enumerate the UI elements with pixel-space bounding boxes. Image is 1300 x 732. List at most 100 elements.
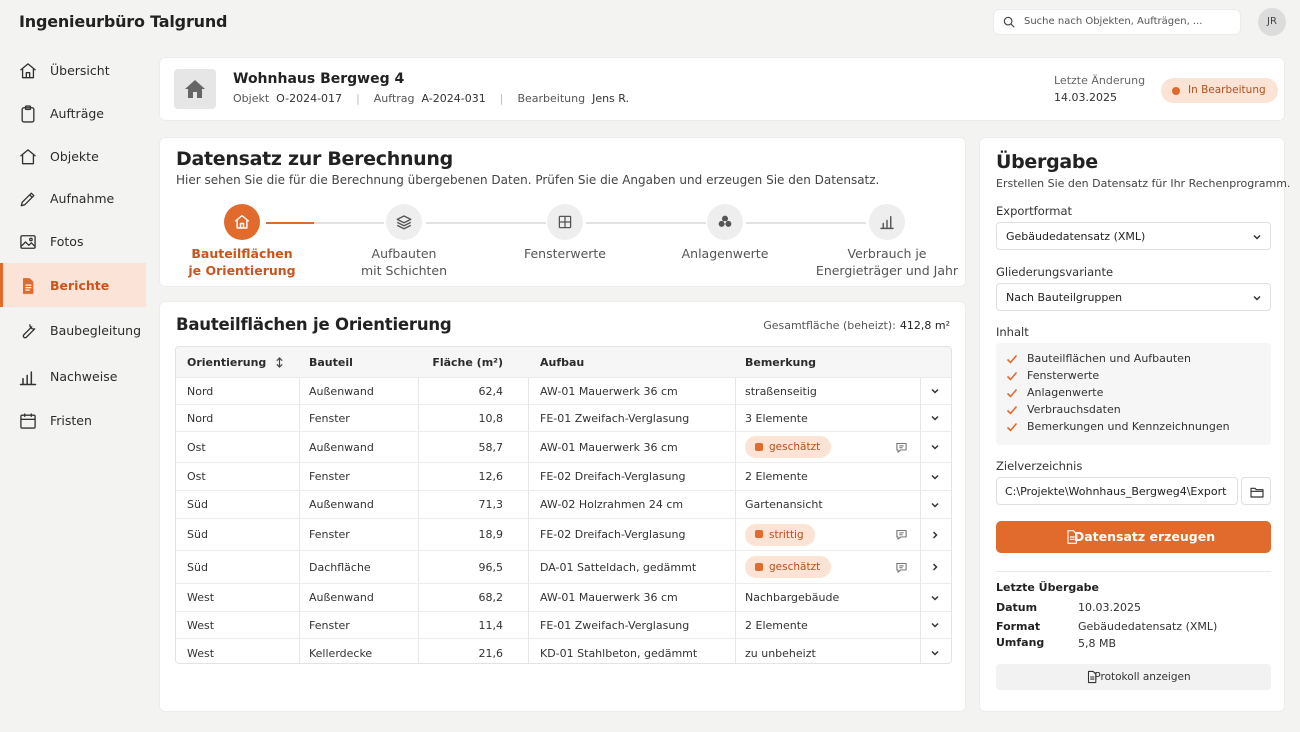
object-thumbnail bbox=[174, 69, 216, 109]
chevron-right-icon[interactable] bbox=[930, 519, 940, 550]
sidebar-item-nachweise[interactable]: Nachweise bbox=[0, 355, 146, 397]
check-icon bbox=[1006, 353, 1018, 365]
dataset-stepper: Datensatz zur Berechnung Hier sehen Sie … bbox=[159, 137, 966, 287]
last-change-label: Letzte Änderung bbox=[1054, 74, 1146, 87]
step-verbrauch[interactable]: Verbrauch je Energieträger und Jahr bbox=[812, 204, 962, 279]
cell-area: 10,8 bbox=[478, 411, 504, 425]
meta-separator: | bbox=[356, 92, 360, 105]
chevron-down-icon[interactable] bbox=[930, 584, 940, 611]
chevron-down-icon[interactable] bbox=[930, 612, 940, 638]
chevron-down-icon[interactable] bbox=[930, 639, 940, 663]
show-protocol-button[interactable]: Protokoll anzeigen bbox=[996, 664, 1271, 690]
object-header: Wohnhaus Bergweg 4 Objekt O-2024-017 | A… bbox=[159, 57, 1285, 121]
cell-component: Außenwand bbox=[309, 591, 374, 604]
cell-construction: AW-01 Mauerwerk 36 cm bbox=[540, 440, 678, 454]
status-badge: In Bearbeitung bbox=[1161, 78, 1278, 103]
comment-icon[interactable] bbox=[895, 432, 908, 462]
comment-icon[interactable] bbox=[895, 519, 908, 550]
status-text: In Bearbeitung bbox=[1188, 84, 1266, 96]
table-row[interactable]: Ost Außenwand 58,7 AW-01 Mauerwerk 36 cm ges… bbox=[176, 432, 951, 463]
table-row[interactable]: Süd Außenwand 71,3 AW-02 Holzrahmen 24 cm Ga… bbox=[176, 491, 951, 519]
table-title: Bauteilflächen je Orientierung bbox=[176, 315, 452, 334]
content-item: Verbrauchsdaten bbox=[1006, 403, 1121, 416]
sidebar-item-label: Übersicht bbox=[50, 63, 110, 78]
column-header-orientation[interactable]: Orientierung bbox=[187, 347, 284, 377]
cell-orientation: Süd bbox=[187, 560, 208, 574]
bar-chart-icon bbox=[18, 367, 38, 387]
object-label: Objekt bbox=[233, 92, 270, 105]
cell-component: Fenster bbox=[309, 528, 350, 541]
search-input[interactable]: Suche nach Objekten, Aufträgen, ... bbox=[993, 9, 1241, 35]
table-row[interactable]: West Fenster 11,4 FE-01 Zweifach-Verglasung… bbox=[176, 612, 951, 639]
export-format-value: Gebäudedatensatz (XML) bbox=[1006, 230, 1146, 243]
chevron-down-icon[interactable] bbox=[930, 463, 940, 490]
sort-icon[interactable] bbox=[275, 356, 284, 368]
last-format-label: Format bbox=[996, 620, 1041, 633]
chevron-down-icon bbox=[1252, 293, 1262, 303]
remark-badge: strittig bbox=[745, 523, 815, 546]
browse-folder-button[interactable] bbox=[1241, 477, 1271, 505]
table-row[interactable]: Nord Außenwand 62,4 AW-01 Mauerwerk 36 cm st… bbox=[176, 378, 951, 405]
sidebar-item-label: Fristen bbox=[50, 413, 92, 428]
sidebar-item-baubegleitung[interactable]: Baubegleitung bbox=[0, 309, 146, 351]
chevron-down-icon[interactable] bbox=[930, 378, 940, 404]
cell-construction: AW-02 Holzrahmen 24 cm bbox=[540, 498, 684, 511]
table-row[interactable]: Ost Fenster 12,6 FE-02 Dreifach-Verglasung 2… bbox=[176, 463, 951, 491]
structure-select[interactable]: Nach Bauteilgruppen bbox=[996, 283, 1271, 311]
export-title: Übergabe bbox=[996, 151, 1098, 173]
page-subtitle: Hier sehen Sie die für die Berechnung üb… bbox=[176, 173, 880, 187]
chevron-down-icon[interactable] bbox=[930, 491, 940, 518]
step-anlagenwerte[interactable]: Anlagenwerte bbox=[650, 204, 800, 262]
chevron-down-icon[interactable] bbox=[930, 432, 940, 462]
column-header-component: Bauteil bbox=[309, 355, 353, 369]
home-icon bbox=[18, 61, 38, 81]
cell-orientation: Ost bbox=[187, 440, 206, 454]
clipboard-icon bbox=[18, 104, 38, 124]
editor-value: Jens R. bbox=[592, 92, 630, 105]
sidebar-item-objekte[interactable]: Objekte bbox=[0, 135, 146, 177]
sidebar-item-fotos[interactable]: Fotos bbox=[0, 220, 146, 262]
user-avatar[interactable]: JR bbox=[1258, 8, 1286, 36]
step-fensterwerte[interactable]: Fensterwerte bbox=[490, 204, 640, 262]
total-area-label: Gesamtfläche (beheizt): bbox=[763, 319, 896, 332]
table-row[interactable]: Süd Dachfläche 96,5 DA-01 Satteldach, gedäm… bbox=[176, 551, 951, 584]
status-dot bbox=[1172, 86, 1180, 95]
step-label: Verbrauch je bbox=[847, 246, 927, 261]
cell-orientation: Süd bbox=[187, 498, 208, 511]
cell-area: 21,6 bbox=[478, 646, 504, 660]
chevron-down-icon[interactable] bbox=[930, 405, 940, 431]
document-icon bbox=[18, 276, 38, 296]
cell-construction: FE-01 Zweifach-Verglasung bbox=[540, 618, 690, 632]
sidebar-item-auftraege[interactable]: Aufträge bbox=[0, 92, 146, 134]
step-aufbauten[interactable]: Aufbauten mit Schichten bbox=[329, 204, 479, 279]
house-icon bbox=[183, 77, 207, 101]
layers-icon bbox=[395, 213, 413, 231]
cell-remark: straßenseitig bbox=[745, 384, 817, 398]
export-format-select[interactable]: Gebäudedatensatz (XML) bbox=[996, 222, 1271, 250]
step-label: Energieträger und Jahr bbox=[815, 263, 959, 278]
step-label: je Orientierung bbox=[188, 263, 296, 278]
order-label: Auftrag bbox=[373, 92, 415, 105]
sidebar-item-label: Berichte bbox=[50, 278, 110, 293]
sidebar-item-berichte[interactable]: Berichte bbox=[0, 263, 146, 307]
sidebar-item-aufnahme[interactable]: Aufnahme bbox=[0, 177, 146, 219]
folder-icon bbox=[1249, 484, 1265, 500]
step-bauteilflaechen[interactable]: Bauteilflächen je Orientierung bbox=[167, 204, 317, 279]
chevron-right-icon[interactable] bbox=[930, 551, 940, 583]
column-header-construction: Aufbau bbox=[540, 355, 585, 369]
cell-construction: AW-01 Mauerwerk 36 cm bbox=[540, 591, 678, 604]
sidebar-item-fristen[interactable]: Fristen bbox=[0, 399, 146, 441]
table-row[interactable]: West Kellerdecke 21,6 KD-01 Stahlbeton, ged… bbox=[176, 639, 951, 663]
target-dir-input[interactable]: C:\Projekte\Wohnhaus_Bergweg4\Export bbox=[996, 477, 1238, 505]
generate-dataset-button[interactable]: Datensatz erzeugen bbox=[996, 521, 1271, 553]
table-row[interactable]: Süd Fenster 18,9 FE-02 Dreifach-Verglasung s… bbox=[176, 519, 951, 551]
column-header-area: Fläche (m²) bbox=[432, 355, 503, 369]
check-icon bbox=[1006, 370, 1018, 382]
sidebar-item-uebersicht[interactable]: Übersicht bbox=[0, 49, 146, 91]
table-row[interactable]: West Außenwand 68,2 AW-01 Mauerwerk 36 cm Na… bbox=[176, 584, 951, 612]
cell-component: Außenwand bbox=[309, 498, 374, 511]
table-row[interactable]: Nord Fenster 10,8 FE-01 Zweifach-Verglasung… bbox=[176, 405, 951, 432]
house-icon bbox=[18, 147, 38, 167]
comment-icon[interactable] bbox=[895, 551, 908, 583]
top-bar: Ingenieurbüro Talgrund Suche nach Objekt… bbox=[0, 0, 1300, 44]
